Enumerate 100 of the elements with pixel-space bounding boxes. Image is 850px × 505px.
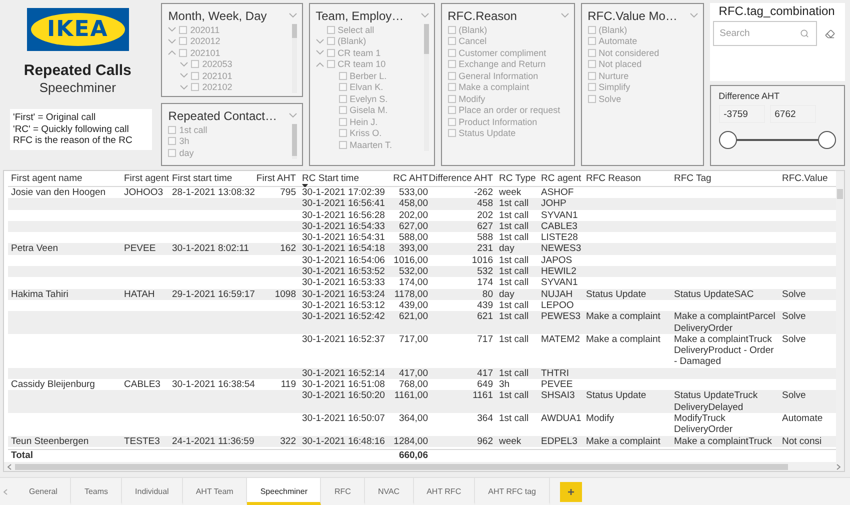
checkbox[interactable]	[448, 83, 456, 92]
column-header[interactable]: First agent	[121, 171, 169, 184]
checkbox[interactable]	[191, 83, 200, 92]
scrollbar[interactable]	[292, 124, 297, 158]
slider-handle[interactable]	[818, 131, 836, 149]
column-header[interactable]: RC agent	[538, 171, 583, 184]
slicer-item[interactable]: 3h	[179, 136, 190, 146]
checkbox[interactable]	[588, 60, 596, 68]
slider-handle[interactable]	[718, 131, 737, 149]
eraser-icon[interactable]	[824, 28, 835, 38]
slicer-item[interactable]: Evelyn S.	[350, 94, 388, 104]
slicer-item[interactable]: Customer compliment	[458, 48, 546, 58]
scrollbar[interactable]	[292, 24, 297, 93]
checkbox[interactable]	[326, 37, 335, 46]
slicer-item[interactable]: CR team 10	[338, 59, 386, 70]
checkbox[interactable]	[588, 94, 596, 103]
checkbox[interactable]	[179, 48, 188, 57]
slicer-item[interactable]: CR team 1	[338, 48, 381, 58]
checkbox[interactable]	[179, 37, 188, 46]
slicer-item[interactable]: Kriss O.	[350, 128, 382, 138]
checkbox[interactable]	[179, 26, 188, 34]
column-header[interactable]: Difference AHT	[431, 171, 496, 184]
slicer-item[interactable]: Make a complaint	[458, 82, 530, 92]
checkbox[interactable]	[191, 60, 200, 68]
checkbox[interactable]	[448, 129, 456, 138]
slicer-item[interactable]: Nurture	[598, 70, 629, 81]
slicer-item[interactable]: Solve	[598, 94, 622, 104]
checkbox[interactable]	[588, 83, 596, 92]
slicer-item[interactable]: Select all	[338, 24, 374, 35]
slicer-item[interactable]: Automate	[598, 36, 638, 46]
slicer-item[interactable]: Simplify	[598, 82, 630, 92]
expand-chevron-icon[interactable]	[180, 84, 188, 90]
slicer-item[interactable]: Elvan K.	[350, 82, 384, 92]
checkbox[interactable]	[588, 48, 596, 57]
checkbox[interactable]	[448, 106, 456, 114]
column-header[interactable]: RC Start time	[299, 171, 389, 188]
page-tab[interactable]: AHT RFC	[414, 478, 476, 505]
page-tab[interactable]: RFC	[321, 478, 365, 505]
expand-chevron-icon[interactable]	[180, 62, 188, 67]
collapse-chevron-icon[interactable]	[168, 50, 176, 56]
column-header[interactable]: RFC Reason	[583, 171, 671, 184]
checkbox[interactable]	[168, 137, 176, 146]
checkbox[interactable]	[448, 94, 456, 103]
page-tab[interactable]: AHT RFC tag	[475, 478, 550, 505]
column-header[interactable]: First agent name	[8, 171, 121, 184]
checkbox[interactable]	[448, 72, 456, 80]
expand-chevron-icon[interactable]	[316, 50, 324, 56]
checkbox[interactable]	[448, 37, 456, 46]
slicer-item[interactable]: 1st call	[179, 124, 208, 135]
column-header[interactable]: RFC Tag	[671, 171, 779, 184]
slicer-item[interactable]: (Blank)	[458, 24, 488, 35]
checkbox[interactable]	[168, 148, 176, 157]
slicer-item[interactable]: Status Update	[458, 128, 516, 138]
slicer-item[interactable]: Berber L.	[350, 70, 387, 81]
expand-chevron-icon[interactable]	[168, 38, 176, 44]
checkbox[interactable]	[338, 72, 347, 80]
slicer-item[interactable]: Hein J.	[350, 116, 378, 127]
page-tab[interactable]: Teams	[71, 478, 122, 505]
slicer-item[interactable]: Modify	[458, 94, 486, 104]
page-tab[interactable]: NVAC	[364, 478, 414, 505]
scroll-left-icon[interactable]	[7, 464, 12, 470]
slicer-item[interactable]: Not placed	[598, 59, 642, 70]
checkbox[interactable]	[448, 118, 456, 126]
checkbox[interactable]	[588, 26, 596, 34]
checkbox[interactable]	[448, 26, 456, 34]
scrollbar[interactable]	[424, 24, 429, 150]
slicer-item[interactable]: Product Information	[458, 116, 538, 127]
checkbox[interactable]	[448, 60, 456, 68]
column-header[interactable]: RFC.Value	[779, 171, 834, 184]
range-min-field[interactable]: -3759	[718, 105, 765, 123]
slicer-item[interactable]: day	[179, 148, 194, 158]
range-max-field[interactable]: 6762	[770, 105, 816, 123]
page-tab[interactable]: General	[16, 478, 72, 505]
column-header[interactable]: RC AHT	[389, 171, 431, 184]
checkbox[interactable]	[326, 60, 335, 68]
expand-chevron-icon[interactable]	[180, 73, 188, 78]
slicer-item[interactable]: Gisela M.	[350, 105, 388, 116]
column-header[interactable]: RC Type	[496, 171, 538, 184]
slicer-item[interactable]: 202053	[202, 59, 232, 70]
slicer-item[interactable]: (Blank)	[338, 36, 366, 46]
slicer-item[interactable]: Place an order or request	[458, 105, 560, 116]
slicer-item[interactable]: 202101	[190, 48, 220, 58]
checkbox[interactable]	[338, 129, 347, 138]
expand-chevron-icon[interactable]	[316, 38, 324, 44]
checkbox[interactable]	[168, 126, 176, 134]
checkbox[interactable]	[338, 118, 347, 126]
checkbox[interactable]	[338, 83, 347, 92]
slicer-item[interactable]: 202102	[202, 82, 232, 92]
checkbox[interactable]	[191, 72, 200, 80]
checkbox[interactable]	[448, 48, 456, 57]
horizontal-scrollbar[interactable]	[4, 462, 844, 471]
checkbox[interactable]	[588, 37, 596, 46]
slicer-item[interactable]: Not considered	[598, 48, 660, 58]
slicer-item[interactable]: 202012	[190, 36, 220, 46]
checkbox[interactable]	[326, 48, 335, 57]
page-tab[interactable]: Individual	[122, 478, 183, 505]
slicer-item[interactable]: Maarten T.	[350, 140, 392, 150]
checkbox[interactable]	[588, 72, 596, 80]
search-field[interactable]: Search	[712, 21, 817, 46]
slicer-item[interactable]: 202101	[202, 70, 232, 81]
